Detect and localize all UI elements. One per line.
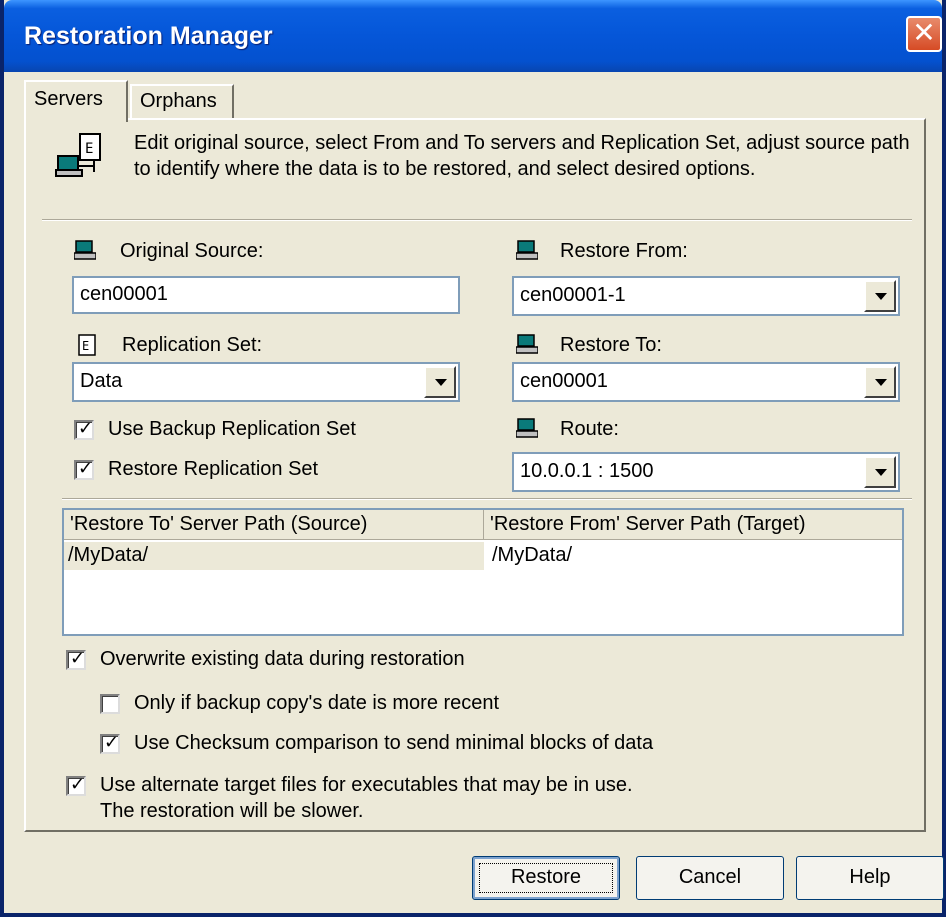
table-header: 'Restore To' Server Path (Source) 'Resto… [64,510,902,540]
check-icon: ✓ [70,774,86,795]
check-icon: ✓ [78,418,94,439]
check-icon: ✓ [70,648,86,669]
server-document-icon: E [55,133,101,177]
restore-from-value: cen00001-1 [520,284,626,306]
alternate-files-label-line2: The restoration will be slower. [100,800,364,822]
tab-servers[interactable]: Servers [24,80,128,122]
only-recent-checkbox[interactable] [100,694,120,714]
overwrite-checkbox[interactable]: ✓ [66,648,86,670]
alternate-files-checkbox[interactable]: ✓ [66,774,86,796]
restore-button-label: Restore [510,866,582,888]
chevron-down-icon[interactable] [864,366,896,398]
replication-set-icon: E [78,334,96,356]
replication-set-select[interactable]: Data [72,362,460,402]
original-source-input[interactable]: cen00001 [72,276,460,314]
replication-set-value: Data [80,370,123,392]
tab-servers-label: Servers [34,88,103,110]
separator-top [42,219,912,221]
overwrite-label: Overwrite existing data during restorati… [100,648,465,670]
help-button[interactable]: Help [796,856,944,900]
computer-icon [74,240,96,260]
replication-set-label: Replication Set: [122,334,263,356]
close-icon: ✕ [912,16,936,49]
restore-to-value: cen00001 [520,370,608,392]
separator-middle [62,498,912,500]
alternate-files-label-line1: Use alternate target files for executabl… [100,774,633,796]
computer-icon [516,240,538,260]
table-cell-target[interactable]: /MyData/ [488,542,576,569]
use-backup-checkbox[interactable]: ✓ [74,418,94,440]
title-bar[interactable]: Restoration Manager ✕ [4,0,942,72]
svg-text:E: E [82,339,89,353]
route-value: 10.0.0.1 : 1500 [520,460,654,482]
column-header-source[interactable]: 'Restore To' Server Path (Source) [64,510,484,540]
restore-from-select[interactable]: cen00001-1 [512,276,900,316]
original-source-label: Original Source: [120,240,264,262]
column-header-target[interactable]: 'Restore From' Server Path (Target) [484,510,902,540]
check-icon: ✓ [104,732,120,753]
use-backup-label: Use Backup Replication Set [108,418,356,440]
chevron-down-icon[interactable] [424,366,456,398]
route-select[interactable]: 10.0.0.1 : 1500 [512,452,900,492]
server-paths-table[interactable]: 'Restore To' Server Path (Source) 'Resto… [62,508,904,636]
computer-icon [516,418,538,438]
instruction-text: Edit original source, select From and To… [134,132,910,180]
computer-icon [516,334,538,354]
close-button[interactable]: ✕ [906,16,942,52]
cancel-button-label: Cancel [678,866,742,888]
route-label: Route: [560,418,619,440]
restore-to-select[interactable]: cen00001 [512,362,900,402]
help-button-label: Help [849,866,891,888]
chevron-down-icon[interactable] [864,280,896,312]
table-cell-source[interactable]: /MyData/ [64,542,152,569]
restore-replication-checkbox[interactable]: ✓ [74,458,94,480]
check-icon: ✓ [78,458,94,479]
cancel-button[interactable]: Cancel [636,856,784,900]
dialog-window: Restoration Manager ✕ Servers Orphans E … [0,0,946,917]
svg-text:E: E [85,141,93,157]
checksum-checkbox[interactable]: ✓ [100,732,120,754]
restore-button[interactable]: Restore [472,856,620,900]
restore-replication-label: Restore Replication Set [108,458,319,480]
tab-orphans-label: Orphans [140,90,217,112]
restore-to-label: Restore To: [560,334,662,356]
checksum-label: Use Checksum comparison to send minimal … [134,732,654,754]
restore-from-label: Restore From: [560,240,688,262]
window-title: Restoration Manager [24,22,273,50]
tab-orphans[interactable]: Orphans [130,84,234,118]
chevron-down-icon[interactable] [864,456,896,488]
only-recent-label: Only if backup copy's date is more recen… [134,692,500,714]
